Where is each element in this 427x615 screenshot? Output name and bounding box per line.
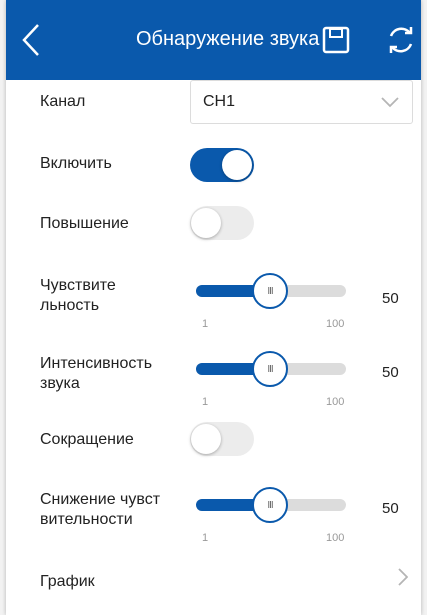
- enable-label: Включить: [40, 155, 112, 172]
- sensitivity-value: 50: [382, 290, 399, 307]
- sensitivity-reduction-slider[interactable]: III: [196, 487, 346, 523]
- chevron-down-icon: [381, 97, 399, 108]
- sound-detection-screen: Обнаружение звука Канал CH1 Включить Пов…: [6, 0, 421, 615]
- intensity-slider[interactable]: III: [196, 351, 346, 387]
- sensitivity-slider[interactable]: III: [196, 273, 346, 309]
- save-icon: [322, 26, 350, 54]
- slider-min-label: 1: [202, 318, 209, 330]
- intensity-label: Интенсивность звука: [40, 354, 152, 394]
- slider-min-label: 1: [202, 396, 209, 408]
- sensitivity-reduction-label-line1: Снижение чувст: [40, 491, 161, 508]
- intensity-label-line1: Интенсивность: [40, 355, 153, 372]
- boost-label: Повышение: [40, 215, 129, 232]
- sensitivity-label-line1: Чувствите: [40, 277, 116, 294]
- reduction-label: Сокращение: [40, 431, 134, 448]
- slider-max-label: 100: [326, 532, 345, 544]
- toggle-knob: [222, 150, 252, 180]
- top-bar: Обнаружение звука: [6, 0, 421, 80]
- sensitivity-reduction-value: 50: [382, 500, 399, 517]
- slider-thumb-grip-icon[interactable]: III: [252, 487, 288, 523]
- back-arrow-icon: [22, 24, 39, 56]
- back-button[interactable]: [16, 20, 46, 60]
- refresh-icon: [389, 27, 413, 53]
- boost-toggle[interactable]: [190, 206, 254, 240]
- toggle-knob: [191, 208, 221, 238]
- enable-toggle[interactable]: [190, 148, 254, 182]
- intensity-value: 50: [382, 364, 399, 381]
- schedule-label[interactable]: График: [40, 572, 95, 592]
- intensity-label-line2: звука: [40, 375, 80, 392]
- slider-thumb-grip-icon[interactable]: III: [252, 273, 288, 309]
- slider-max-label: 100: [326, 396, 345, 408]
- channel-value: CH1: [203, 93, 236, 110]
- toggle-knob: [191, 424, 221, 454]
- slider-max-label: 100: [326, 318, 345, 330]
- refresh-button[interactable]: [386, 24, 416, 56]
- sensitivity-reduction-label-line2: вительности: [40, 511, 133, 528]
- reduction-toggle[interactable]: [190, 422, 254, 456]
- sensitivity-label: Чувствите льность: [40, 276, 116, 316]
- channel-label: Канал: [40, 93, 86, 110]
- slider-thumb-grip-icon[interactable]: III: [252, 351, 288, 387]
- chevron-right-icon[interactable]: [398, 568, 408, 586]
- slider-min-label: 1: [202, 532, 209, 544]
- channel-select[interactable]: CH1: [190, 80, 413, 124]
- sensitivity-reduction-label: Снижение чувст вительности: [40, 490, 160, 530]
- sensitivity-label-line2: льность: [40, 297, 100, 314]
- page-title: Обнаружение звука: [136, 28, 320, 50]
- save-button[interactable]: [322, 26, 350, 54]
